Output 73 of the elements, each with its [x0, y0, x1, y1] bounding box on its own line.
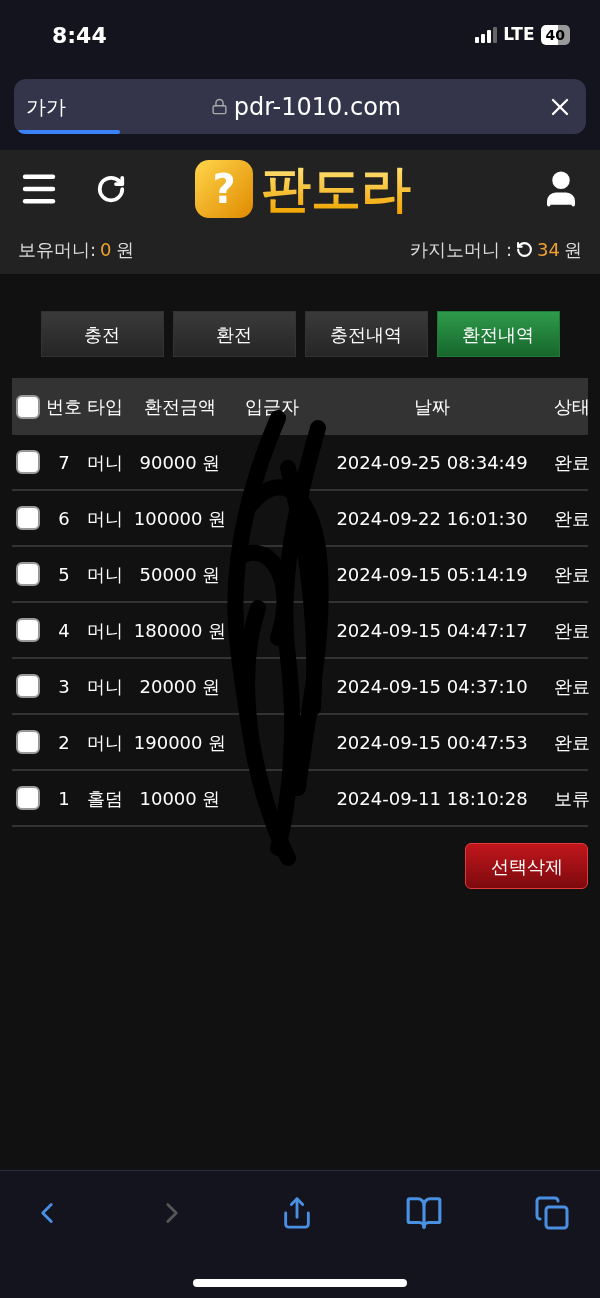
text-size-button[interactable]: 가가: [26, 91, 66, 122]
table-cell-text: 머니: [86, 730, 124, 755]
logo-mark: ?: [195, 160, 253, 218]
refresh-icon[interactable]: [516, 240, 534, 258]
column-header: 날짜: [413, 395, 451, 419]
table-cell-text: 20000 원: [138, 674, 222, 699]
checkbox[interactable]: [16, 394, 40, 419]
checkbox[interactable]: [16, 786, 40, 810]
table-cell-text: 머니: [86, 562, 124, 587]
checkbox[interactable]: [16, 450, 40, 474]
table-cell-text: 홀덤: [86, 786, 124, 811]
checkbox[interactable]: [16, 618, 40, 642]
table-cell-text: 완료: [554, 562, 588, 587]
table-cell-text: 90000 원: [138, 450, 222, 475]
table-cell-text: 머니: [86, 450, 124, 475]
status-time: 8:44: [52, 21, 107, 50]
table-cell-text: 2024-09-25 08:34:49: [335, 450, 529, 475]
table-cell-text: 10000 원: [138, 786, 222, 811]
table-cell-text: 7: [57, 450, 71, 475]
table-cell-text: 머니: [86, 674, 124, 699]
table-cell-text: 완료: [554, 450, 588, 475]
checkbox[interactable]: [16, 506, 40, 530]
signal-icon: [475, 27, 498, 43]
table-cell-text: 완료: [554, 618, 588, 643]
battery-indicator: 40: [540, 25, 570, 45]
balance-label: 카지노머니 :: [410, 237, 513, 262]
table-cell-text: 5: [57, 562, 71, 587]
table-cell-text: 완료: [554, 506, 588, 531]
table-cell-text: 보류: [554, 786, 588, 811]
logo-text: 판도라: [261, 164, 411, 214]
table-cell-text: 2024-09-15 04:37:10: [335, 674, 529, 699]
currency-unit: 원: [115, 237, 134, 262]
table-cell-text: 2024-09-11 18:10:28: [335, 786, 529, 811]
table-cell-text: 50000 원: [138, 562, 222, 587]
column-header: 상태: [554, 395, 588, 419]
network-label: LTE: [503, 23, 535, 47]
tab[interactable]: 환전내역: [436, 311, 560, 357]
column-header: 타입: [86, 395, 124, 419]
tab[interactable]: 충전내역: [304, 311, 428, 357]
tab[interactable]: 충전: [40, 311, 164, 357]
table-cell-text: 3: [57, 674, 71, 699]
balance-label: 보유머니:: [18, 237, 97, 262]
balance-value: 0: [100, 237, 112, 262]
table-cell-text: 2024-09-15 04:47:17: [335, 618, 529, 643]
table-cell-text: 머니: [86, 618, 124, 643]
table-cell-text: 2024-09-22 16:01:30: [335, 506, 529, 531]
table-cell-text: 190000 원: [132, 730, 228, 755]
table-cell-text: 완료: [554, 730, 588, 755]
tabs-icon[interactable]: [534, 1195, 570, 1231]
checkbox[interactable]: [16, 562, 40, 586]
table-cell-text: 1: [57, 786, 71, 811]
table-cell-text: 6: [57, 506, 71, 531]
balance-value: 34: [537, 237, 560, 262]
lock-icon: [210, 98, 228, 115]
column-header: 번호: [45, 395, 83, 419]
column-header: 환전금액: [143, 395, 217, 419]
table-cell-text: 완료: [554, 674, 588, 699]
table-cell-text: 180000 원: [132, 618, 228, 643]
table-cell-text: 머니: [86, 506, 124, 531]
address-bar[interactable]: 가가 pdr-1010.com: [14, 79, 586, 134]
table-cell-text: 4: [57, 618, 71, 643]
tab[interactable]: 환전: [172, 311, 296, 357]
checkbox[interactable]: [16, 674, 40, 698]
table-cell-text: 2024-09-15 05:14:19: [335, 562, 529, 587]
currency-unit: 원: [564, 237, 582, 262]
refresh-icon[interactable]: [96, 174, 126, 204]
url-text: pdr-1010.com: [233, 91, 402, 123]
bookmarks-icon[interactable]: [405, 1194, 443, 1232]
table-cell-text: 2024-09-15 00:47:53: [335, 730, 529, 755]
table-cell-text: 100000 원: [132, 506, 228, 531]
checkbox[interactable]: [16, 730, 40, 754]
table-cell-text: 2: [57, 730, 71, 755]
delete-selected-button[interactable]: 선택삭제: [465, 843, 588, 889]
